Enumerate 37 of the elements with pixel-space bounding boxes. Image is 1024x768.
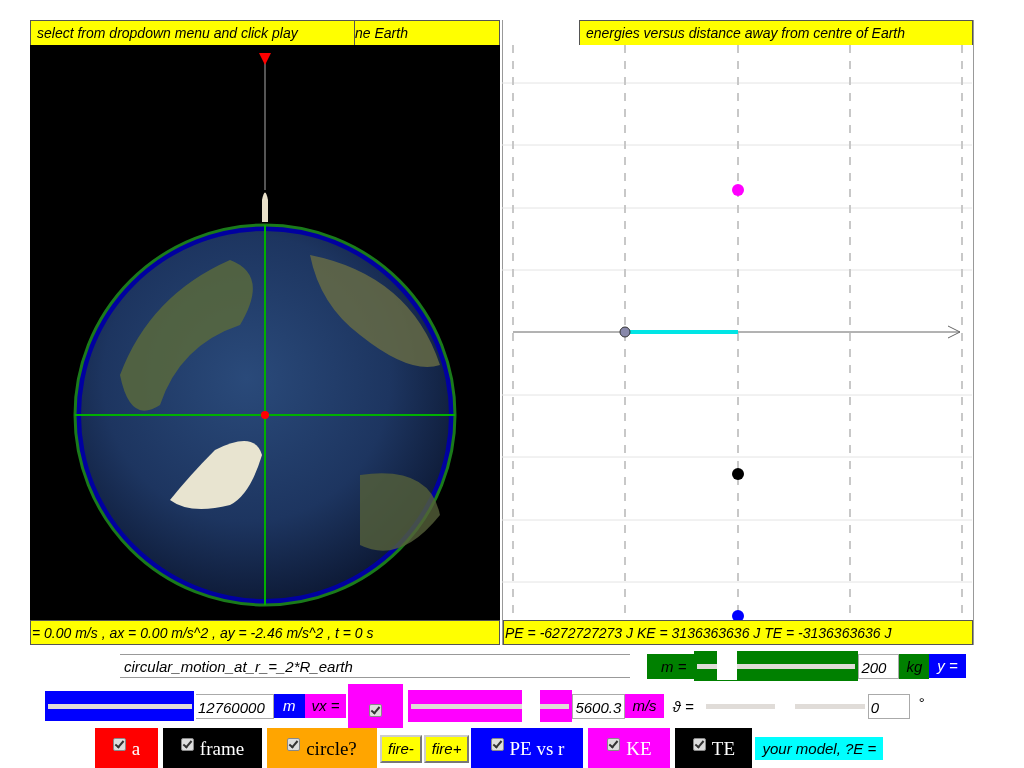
total-energy-point bbox=[732, 468, 744, 480]
view-title: ne Earth bbox=[355, 20, 500, 45]
checkbox-toggle[interactable]: TE bbox=[675, 728, 753, 768]
checkbox-toggle[interactable]: a bbox=[95, 728, 158, 768]
fire-button[interactable]: fire+ bbox=[423, 734, 470, 763]
vx-input[interactable]: 5600.3 bbox=[572, 693, 626, 719]
mass-unit: kg bbox=[905, 656, 924, 677]
graph-title: energies versus distance away from centre of Earth bbox=[579, 20, 973, 45]
satellite-marker bbox=[619, 326, 631, 338]
radius-input[interactable]: 12760000 bbox=[195, 693, 274, 719]
motion-readout: = 0.00 m/s , ax = 0.00 m/s^2 , ay = -2.46 m/s^2 , t = 0 s bbox=[30, 620, 500, 645]
angle-label: ϑ = bbox=[671, 697, 695, 715]
y-label: y = bbox=[929, 654, 966, 678]
center-dot bbox=[261, 411, 269, 419]
angle-unit: ° bbox=[918, 693, 925, 711]
checkbox-toggle[interactable]: frame bbox=[163, 728, 262, 768]
radius-unit: m bbox=[274, 694, 305, 718]
mass-slider[interactable] bbox=[694, 651, 859, 681]
mass-input[interactable]: 200 bbox=[858, 653, 900, 679]
potential-energy-point bbox=[732, 610, 744, 620]
rocket-icon bbox=[262, 192, 268, 222]
slider-thumb[interactable] bbox=[717, 650, 738, 680]
radius-slider[interactable] bbox=[45, 691, 195, 721]
kinetic-energy-point bbox=[732, 184, 744, 196]
angle-input[interactable]: 0 bbox=[867, 693, 910, 719]
instruction-label: select from dropdown menu and click play bbox=[30, 20, 355, 45]
mass-label: m = bbox=[660, 656, 688, 677]
model-label: your model, ?E = bbox=[755, 737, 884, 760]
vx-unit: m/s bbox=[625, 694, 664, 718]
checkbox[interactable] bbox=[369, 704, 383, 717]
preset-field[interactable]: circular_motion_at_r_=_2*R_earth bbox=[120, 654, 630, 678]
energy-readout: PE = -6272727273 J KE = 3136363636 J TE = -3136363636 J bbox=[503, 620, 973, 645]
fire-button[interactable]: fire- bbox=[380, 734, 422, 763]
vx-label: vx = bbox=[304, 694, 347, 718]
checkbox-toggle[interactable]: circle? bbox=[267, 728, 377, 768]
checkbox-toggle[interactable]: PE vs r bbox=[471, 728, 584, 768]
velocity-arrow-icon bbox=[259, 53, 271, 65]
